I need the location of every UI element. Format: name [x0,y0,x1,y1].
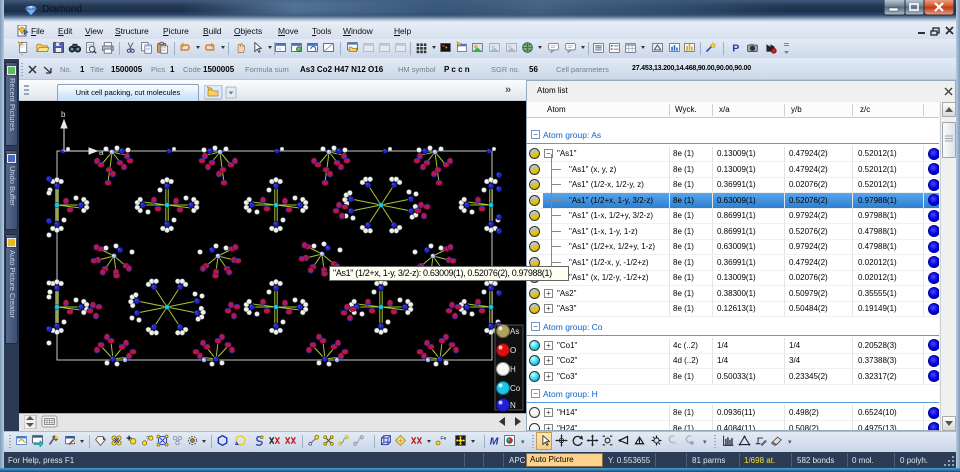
svg-text:Co: Co [510,384,521,393]
svg-text:a: a [99,148,104,157]
svg-text:?: ? [146,436,150,443]
svg-text:P: P [732,43,739,54]
svg-text:H: H [510,365,516,374]
svg-text:N: N [510,401,516,410]
svg-text:O: O [510,346,516,355]
svg-text:M: M [490,436,499,447]
svg-text:b: b [61,110,66,119]
svg-text:Fe: Fe [441,436,447,442]
svg-text:As: As [510,327,519,336]
